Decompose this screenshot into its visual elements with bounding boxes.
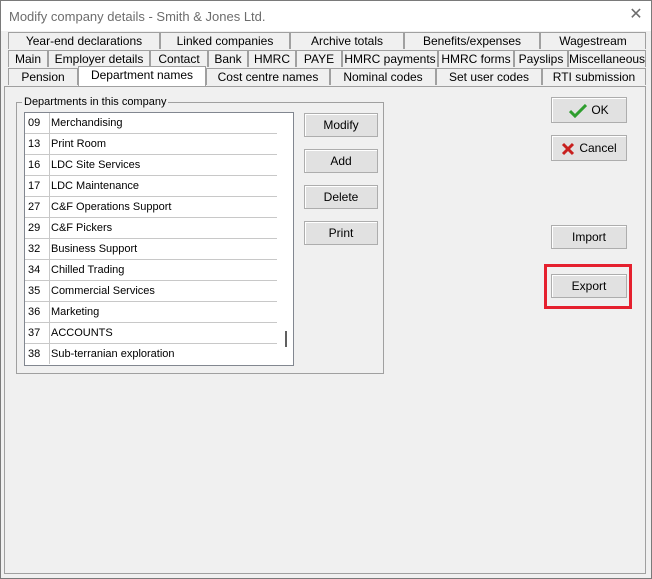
department-code: 38 — [28, 348, 41, 360]
department-code: 34 — [28, 264, 41, 276]
window-title: Modify company details - Smith & Jones L… — [9, 9, 266, 24]
department-name: LDC Site Services — [51, 159, 141, 171]
list-item[interactable]: 36 Marketing — [25, 302, 277, 323]
department-code: 16 — [28, 159, 41, 171]
tab-department-names[interactable]: Department names — [78, 66, 206, 86]
list-item[interactable]: 17 LDC Maintenance — [25, 176, 277, 197]
list-item[interactable]: 38 Sub-terranian exploration — [25, 344, 277, 365]
list-item[interactable]: 09 Merchandising — [25, 113, 277, 134]
departments-list[interactable]: 09 Merchandising 13 Print Room 16 LDC Site … — [24, 112, 294, 366]
tab-contact[interactable]: Contact — [150, 50, 208, 67]
tab-cost-centre-names[interactable]: Cost centre names — [206, 68, 330, 85]
cancel-label: Cancel — [579, 141, 617, 155]
department-code: 09 — [28, 117, 41, 129]
department-name: C&F Pickers — [51, 222, 113, 234]
department-name: Commercial Services — [51, 285, 155, 297]
department-name: Business Support — [51, 243, 138, 255]
department-code: 32 — [28, 243, 41, 255]
title-bar: Modify company details - Smith & Jones L… — [1, 1, 651, 31]
list-item[interactable]: 34 Chilled Trading — [25, 260, 277, 281]
tab-hmrc-forms[interactable]: HMRC forms — [438, 50, 514, 67]
department-name: ACCOUNTS — [51, 327, 113, 339]
list-item[interactable]: 35 Commercial Services — [25, 281, 277, 302]
add-button[interactable]: Add — [304, 149, 378, 173]
tab-linked-companies[interactable]: Linked companies — [160, 32, 290, 49]
list-item[interactable]: 37 ACCOUNTS — [25, 323, 277, 344]
list-item[interactable]: 16 LDC Site Services — [25, 155, 277, 176]
list-scrollbar-thumb[interactable] — [285, 331, 287, 347]
department-code: 29 — [28, 222, 41, 234]
delete-button[interactable]: Delete — [304, 185, 378, 209]
tab-paye[interactable]: PAYE — [296, 50, 342, 67]
modify-button[interactable]: Modify — [304, 113, 378, 137]
department-name: C&F Operations Support — [51, 201, 172, 213]
department-code: 36 — [28, 306, 41, 318]
tab-hmrc[interactable]: HMRC — [248, 50, 296, 67]
cross-icon — [562, 142, 575, 155]
department-name: Marketing — [51, 306, 100, 318]
ok-button[interactable]: OK — [551, 97, 627, 123]
tab-set-user-codes[interactable]: Set user codes — [436, 68, 542, 85]
list-item[interactable]: 13 Print Room — [25, 134, 277, 155]
tab-wagestream[interactable]: Wagestream — [540, 32, 646, 49]
department-code: 13 — [28, 138, 41, 150]
tab-hmrc-payments[interactable]: HMRC payments — [342, 50, 438, 67]
department-name: Merchandising — [51, 117, 123, 129]
tab-benefits-expenses[interactable]: Benefits/expenses — [404, 32, 540, 49]
department-code: 35 — [28, 285, 41, 297]
department-name: Print Room — [51, 138, 107, 150]
list-item[interactable]: 29 C&F Pickers — [25, 218, 277, 239]
tab-miscellaneous[interactable]: Miscellaneous — [568, 50, 646, 67]
close-icon[interactable]: ✕ — [627, 6, 645, 24]
tab-archive-totals[interactable]: Archive totals — [290, 32, 404, 49]
list-item[interactable]: 32 Business Support — [25, 239, 277, 260]
department-code: 27 — [28, 201, 41, 213]
check-icon — [569, 103, 588, 118]
tab-rti-submission[interactable]: RTI submission — [542, 68, 646, 85]
cancel-button[interactable]: Cancel — [551, 135, 627, 161]
tab-employer-details[interactable]: Employer details — [48, 50, 150, 67]
tab-pension[interactable]: Pension — [8, 68, 78, 85]
tab-year-end-declarations[interactable]: Year-end declarations — [8, 32, 160, 49]
tab-nominal-codes[interactable]: Nominal codes — [330, 68, 436, 85]
tab-main[interactable]: Main — [8, 50, 48, 67]
departments-group-label: Departments in this company — [22, 96, 169, 108]
ok-label: OK — [591, 103, 609, 117]
import-button[interactable]: Import — [551, 225, 627, 249]
tab-bank[interactable]: Bank — [208, 50, 248, 67]
department-name: LDC Maintenance — [51, 180, 140, 192]
tab-payslips[interactable]: Payslips — [514, 50, 568, 67]
department-name: Sub-terranian exploration — [51, 348, 175, 360]
list-item[interactable]: 27 C&F Operations Support — [25, 197, 277, 218]
department-name: Chilled Trading — [51, 264, 125, 276]
department-code: 37 — [28, 327, 41, 339]
export-button[interactable]: Export — [551, 274, 627, 298]
department-code: 17 — [28, 180, 41, 192]
print-button[interactable]: Print — [304, 221, 378, 245]
